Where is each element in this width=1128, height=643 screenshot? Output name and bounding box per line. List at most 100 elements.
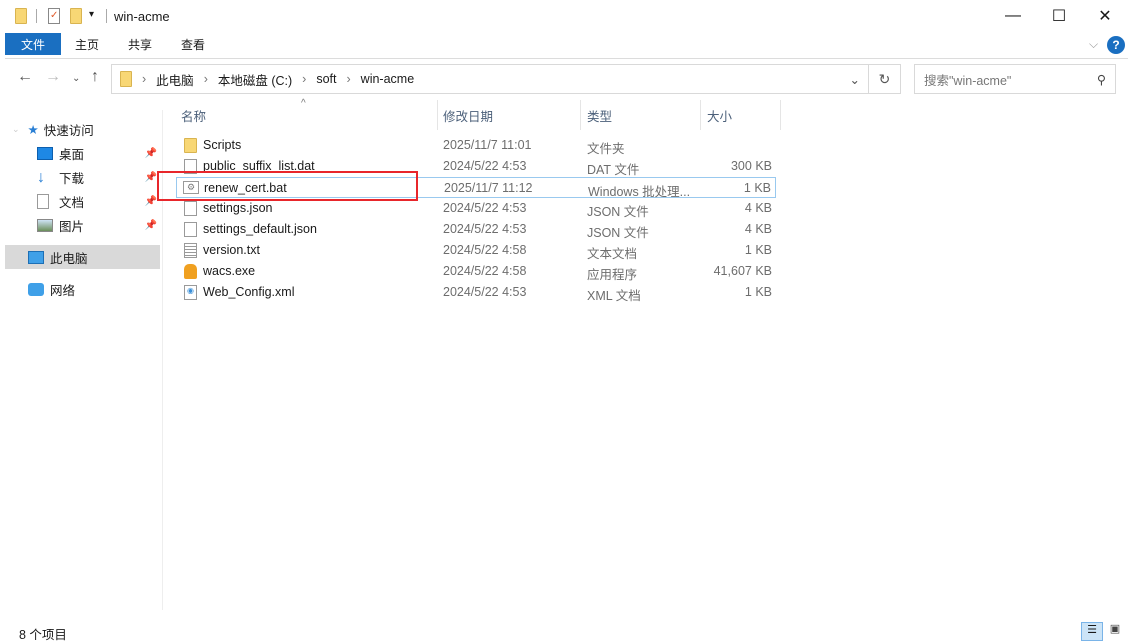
column-divider[interactable]	[437, 100, 438, 130]
exe-lock-icon	[184, 264, 197, 279]
pictures-icon	[37, 218, 53, 232]
star-icon: ★	[27, 122, 39, 137]
recent-locations-button[interactable]: ⌄	[72, 73, 80, 84]
file-row[interactable]: Scripts 2025/11/7 11:01 文件夹	[176, 135, 776, 156]
file-name: Web_Config.xml	[203, 285, 295, 299]
file-size: 4 KB	[744, 201, 772, 215]
breadcrumb-win-acme[interactable]: win-acme	[361, 72, 415, 86]
refresh-button[interactable]: ↻	[869, 64, 901, 94]
details-view-button[interactable]: ☰	[1081, 622, 1103, 641]
minimize-button[interactable]: —	[990, 0, 1036, 32]
file-row[interactable]: settings_default.json 2024/5/22 4:53 JSON …	[176, 219, 776, 240]
file-type: 文本文档	[587, 247, 638, 261]
file-date: 2025/11/7 11:12	[444, 181, 533, 195]
divider	[36, 9, 37, 23]
file-name: wacs.exe	[203, 264, 256, 278]
file-date: 2024/5/22 4:53	[443, 285, 527, 299]
file-type: 文件夹	[587, 142, 625, 156]
file-row[interactable]: settings.json 2024/5/22 4:53 JSON 文件 4 KB	[176, 198, 776, 219]
nav-label: 图片	[59, 219, 85, 234]
documents-icon	[37, 193, 49, 209]
file-icon	[184, 222, 197, 237]
nav-pictures[interactable]: 图片 📌	[0, 213, 160, 237]
folder-icon	[184, 138, 197, 153]
forward-button[interactable]: →	[45, 68, 61, 86]
file-size: 1 KB	[744, 243, 772, 257]
help-icon[interactable]: ?	[1107, 36, 1125, 54]
folder-icon	[15, 8, 27, 24]
file-row[interactable]: version.txt 2024/5/22 4:58 文本文档 1 KB	[176, 240, 776, 261]
nav-label: 文档	[59, 195, 85, 210]
nav-desktop[interactable]: 桌面 📌	[0, 141, 160, 165]
download-icon: ↓	[37, 168, 45, 186]
chevron-down-icon[interactable]: ⌄	[12, 124, 20, 135]
window-title: win-acme	[114, 9, 170, 24]
file-date: 2024/5/22 4:53	[443, 201, 527, 215]
nav-label: 下载	[59, 171, 85, 186]
file-size: 1 KB	[743, 181, 771, 195]
network-icon	[28, 282, 44, 296]
column-divider[interactable]	[700, 100, 701, 130]
column-header-name[interactable]: 名称	[181, 100, 206, 130]
file-type: DAT 文件	[587, 163, 640, 177]
highlight-box	[157, 171, 418, 201]
tab-file[interactable]: 文件	[5, 33, 61, 55]
file-date: 2024/5/22 4:58	[443, 264, 527, 278]
tab-home[interactable]: 主页	[64, 33, 110, 55]
folder-icon	[120, 71, 132, 87]
tab-view[interactable]: 查看	[170, 33, 216, 55]
navigation-pane: ⌄ ★ 快速访问 桌面 📌 ↓ 下载 📌 文档 📌 图片 📌 此电脑 网络	[0, 110, 163, 610]
breadcrumb-soft[interactable]: soft	[316, 72, 336, 86]
maximize-button[interactable]: ☐	[1036, 0, 1082, 32]
nav-downloads[interactable]: ↓ 下载 📌	[0, 165, 160, 189]
file-size: 41,607 KB	[713, 264, 772, 278]
pin-icon[interactable]: 📌	[145, 172, 157, 183]
tab-share[interactable]: 共享	[116, 33, 164, 55]
file-name: settings_default.json	[203, 222, 317, 236]
pin-icon[interactable]: 📌	[145, 220, 157, 231]
column-header-date[interactable]: 修改日期	[443, 100, 493, 130]
text-file-icon	[184, 243, 197, 258]
nav-label: 桌面	[59, 147, 85, 162]
chevron-right-icon: ›	[346, 72, 351, 86]
chevron-right-icon: ›	[302, 72, 307, 86]
column-divider[interactable]	[780, 100, 781, 130]
expand-ribbon-icon[interactable]: ⌵	[1089, 37, 1098, 52]
column-header-size[interactable]: 大小	[707, 100, 732, 130]
customize-quick-access-icon[interactable]: ▾	[89, 9, 94, 20]
nav-label: 此电脑	[50, 251, 88, 266]
file-date: 2024/5/22 4:53	[443, 222, 527, 236]
search-input[interactable]: 搜索"win-acme" ⚲	[914, 64, 1116, 94]
pin-icon[interactable]: 📌	[145, 148, 157, 159]
file-row[interactable]: wacs.exe 2024/5/22 4:58 应用程序 41,607 KB	[176, 261, 776, 282]
file-name: version.txt	[203, 243, 260, 257]
nav-this-pc[interactable]: 此电脑	[5, 245, 160, 269]
nav-label: 快速访问	[43, 123, 94, 138]
file-date: 2025/11/7 11:01	[443, 138, 532, 152]
address-dropdown-icon[interactable]: ⌄	[850, 72, 860, 87]
back-button[interactable]: ←	[17, 68, 33, 86]
nav-quick-access[interactable]: ⌄ ★ 快速访问	[0, 117, 160, 141]
nav-documents[interactable]: 文档 📌	[0, 189, 160, 213]
nav-label: 网络	[50, 283, 76, 298]
large-icons-view-button[interactable]: ▣	[1105, 622, 1125, 641]
file-size: 4 KB	[744, 222, 772, 236]
address-bar[interactable]: › 此电脑 › 本地磁盘 (C:) › soft › win-acme ⌄	[111, 64, 869, 94]
search-icon: ⚲	[1096, 72, 1106, 87]
desktop-icon	[37, 146, 53, 160]
up-button[interactable]: ↑	[91, 68, 99, 86]
pin-icon[interactable]: 📌	[145, 196, 157, 207]
new-folder-icon[interactable]	[70, 8, 82, 24]
file-size: 1 KB	[744, 285, 772, 299]
nav-network[interactable]: 网络	[0, 277, 160, 301]
breadcrumb-c-drive[interactable]: 本地磁盘 (C:)	[218, 70, 292, 89]
column-divider[interactable]	[580, 100, 581, 130]
column-header-type[interactable]: 类型	[587, 100, 612, 130]
properties-icon[interactable]: ✓	[48, 8, 60, 24]
file-size: 300 KB	[730, 159, 772, 173]
breadcrumb-this-pc[interactable]: 此电脑	[156, 70, 194, 89]
chevron-right-icon: ›	[203, 72, 208, 86]
file-row[interactable]: ◉ Web_Config.xml 2024/5/22 4:53 XML 文档 1 KB	[176, 282, 776, 303]
title-bar: ✓ ▾ win-acme — ☐ ✕	[0, 0, 1128, 33]
close-button[interactable]: ✕	[1082, 0, 1128, 32]
